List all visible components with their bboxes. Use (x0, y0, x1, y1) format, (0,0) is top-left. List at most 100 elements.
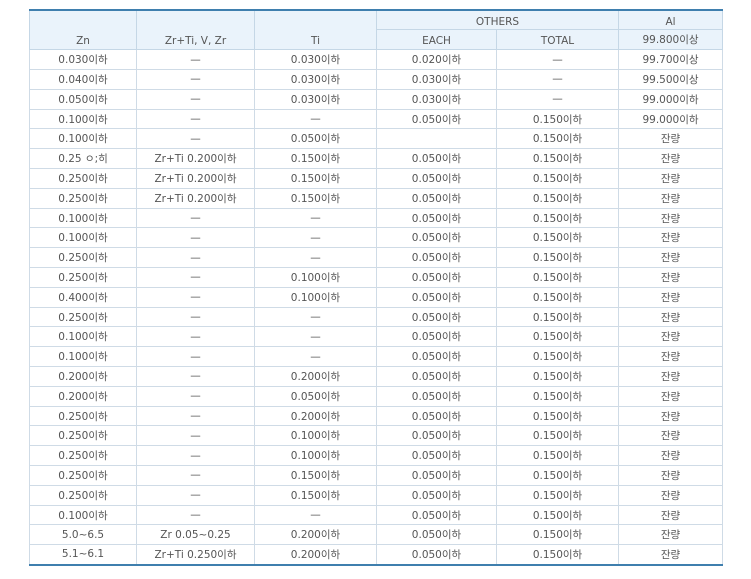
zn-cell: 0.200이하 (29, 366, 137, 387)
table-row: 0.100이하 — —0.050이하 0.150이하 잔량 (29, 227, 724, 249)
ti-cell: 0.200이하 (254, 405, 377, 427)
al-cell: 잔량 (618, 168, 724, 189)
zr-cell: — (136, 346, 255, 368)
each-cell: 0.050이하 (376, 267, 497, 288)
al-cell: 99.000이하 (618, 88, 724, 110)
zn-cell: 0.050이하 (29, 88, 137, 110)
total-cell: 0.150이하 (495, 128, 620, 150)
al-cell: 잔량 (618, 366, 724, 387)
each-cell: 0.050이하 (376, 187, 497, 209)
al-cell: 잔량 (618, 286, 724, 308)
al-cell: 잔량 (618, 227, 724, 249)
al-cell: 잔량 (618, 484, 724, 506)
total-cell: — (495, 49, 620, 71)
ti-cell: 0.150이하 (254, 148, 377, 170)
zr-cell: Zr+Ti 0.200이하 (136, 168, 255, 189)
zn-cell: 0.100이하 (29, 207, 137, 229)
ti-cell: — (254, 504, 377, 526)
zr-cell: — (136, 504, 255, 526)
header-zr-ti-v-zr: Zr+Ti, V, Zr (136, 9, 255, 51)
total-cell: 0.150이하 (495, 148, 620, 170)
zr-cell: — (136, 207, 255, 229)
zr-cell: — (136, 69, 255, 90)
table-row: 0.100이하 —0.050이하 0.150이하 잔량 (29, 128, 724, 150)
zn-cell: 0.030이하 (29, 49, 137, 71)
each-cell (376, 128, 497, 150)
al-cell: 잔량 (618, 207, 724, 229)
al-cell: 99.000이하 (618, 108, 724, 130)
total-cell: 0.150이하 (495, 108, 620, 130)
composition-table: Zn Zr+Ti, V, Zr Ti OTHERS Al EACH TOTAL … (29, 9, 724, 566)
table-row: 5.1~6.1 Zr+Ti 0.250이하 0.200이하 0.050이하 0.150이… (29, 544, 724, 566)
al-cell: 잔량 (618, 524, 724, 546)
header-zn: Zn (29, 9, 137, 51)
ti-cell: — (254, 306, 377, 328)
zr-cell: Zr+Ti 0.250이하 (136, 544, 255, 566)
al-cell: 잔량 (618, 405, 724, 427)
ti-cell: — (254, 247, 377, 269)
total-cell: 0.150이하 (495, 524, 620, 546)
each-cell: 0.030이하 (376, 69, 497, 90)
zn-cell: 0.100이하 (29, 128, 137, 150)
each-cell: 0.050이하 (376, 504, 497, 526)
table-row: 0.250이하 —0.150이하 0.050이하 0.150이하 잔량 (29, 465, 724, 486)
each-cell: 0.050이하 (376, 405, 497, 427)
total-cell: 0.150이하 (495, 385, 620, 407)
each-cell: 0.050이하 (376, 108, 497, 130)
ti-cell: 0.200이하 (254, 524, 377, 546)
each-cell: 0.050이하 (376, 544, 497, 566)
table-body: 0.030이하 —0.030이하 0.020이하 —99.700이상 0.040이하 —0… (29, 49, 724, 566)
each-cell: 0.050이하 (376, 366, 497, 387)
zn-cell: 0.100이하 (29, 504, 137, 526)
header-al-sub: 99.800이상 (618, 29, 724, 51)
zr-cell: — (136, 385, 255, 407)
table-row: 0.100이하 — —0.050이하 0.150이하 잔량 (29, 207, 724, 229)
each-cell: 0.050이하 (376, 465, 497, 486)
total-cell: 0.150이하 (495, 425, 620, 447)
zn-cell: 0.250이하 (29, 405, 137, 427)
al-cell: 잔량 (618, 504, 724, 526)
al-cell: 99.700이상 (618, 49, 724, 71)
header-others: OTHERS (375, 9, 620, 31)
table-row: 0.250이하 —0.150이하 0.050이하 0.150이하 잔량 (29, 484, 724, 506)
ti-cell: 0.100이하 (254, 445, 377, 467)
zr-cell: — (136, 405, 255, 427)
total-cell: 0.150이하 (495, 465, 620, 486)
table-row: 0.100이하 — —0.050이하 0.150이하 잔량 (29, 504, 724, 526)
ti-cell: 0.050이하 (254, 385, 377, 407)
ti-cell: 0.150이하 (254, 187, 377, 209)
table-row: 0.100이하 — —0.050이하 0.150이하 잔량 (29, 326, 724, 348)
ti-cell: 0.100이하 (254, 286, 377, 308)
table-row: 0.250이하 Zr+Ti 0.200이하 0.150이하 0.050이하 0.150이… (29, 168, 724, 189)
table-row: 0.250이하 — —0.050이하 0.150이하 잔량 (29, 306, 724, 328)
total-cell: — (495, 69, 620, 90)
table-row: 0.250이하 —0.200이하 0.050이하 0.150이하 잔량 (29, 405, 724, 427)
table-row: 0.200이하 —0.200이하 0.050이하 0.150이하 잔량 (29, 366, 724, 387)
each-cell: 0.050이하 (376, 346, 497, 368)
total-cell: 0.150이하 (495, 267, 620, 288)
zn-cell: 0.100이하 (29, 346, 137, 368)
zn-cell: 0.040이하 (29, 69, 137, 90)
zn-cell: 0.250이하 (29, 484, 137, 506)
ti-cell: 0.150이하 (254, 465, 377, 486)
table-row: 0.200이하 —0.050이하 0.050이하 0.150이하 잔량 (29, 385, 724, 407)
al-cell: 잔량 (618, 346, 724, 368)
zn-cell: 0.250이하 (29, 168, 137, 189)
al-cell: 99.500이상 (618, 69, 724, 90)
zr-cell: — (136, 128, 255, 150)
zn-cell: 0.400이하 (29, 286, 137, 308)
each-cell: 0.050이하 (376, 207, 497, 229)
each-cell: 0.050이하 (376, 484, 497, 506)
header-total: TOTAL (495, 29, 620, 51)
each-cell: 0.030이하 (376, 88, 497, 110)
each-cell: 0.050이하 (376, 227, 497, 249)
table-row: 0.400이하 —0.100이하 0.050이하 0.150이하 잔량 (29, 286, 724, 308)
each-cell: 0.050이하 (376, 247, 497, 269)
al-cell: 잔량 (618, 425, 724, 447)
zn-cell: 0.250이하 (29, 306, 137, 328)
table-row: 0.250이하 Zr+Ti 0.200이하 0.150이하 0.050이하 0.150이… (29, 187, 724, 209)
table-row: 5.0~6.5 Zr 0.05~0.25 0.200이하 0.050이하 0.150이하… (29, 524, 724, 546)
total-cell: 0.150이하 (495, 544, 620, 566)
zr-cell: — (136, 108, 255, 130)
zn-cell: 0.100이하 (29, 108, 137, 130)
